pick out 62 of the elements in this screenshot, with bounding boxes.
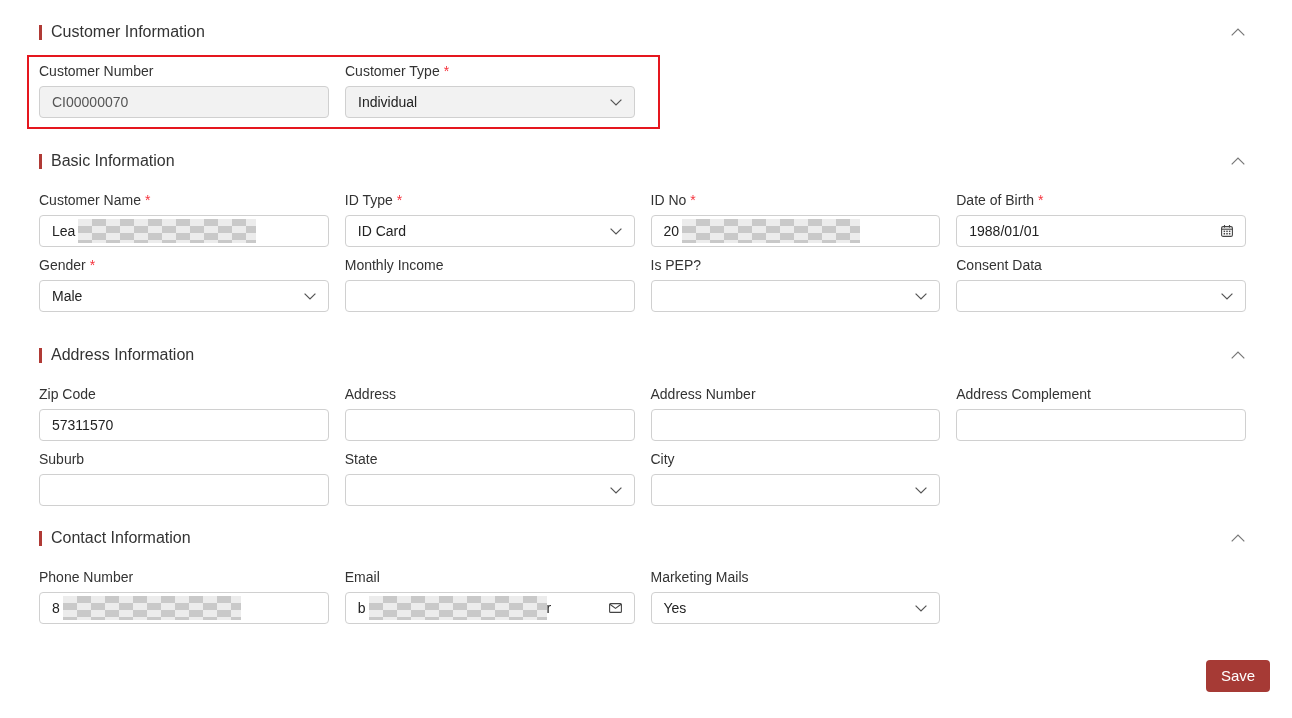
chevron-up-icon[interactable] — [1231, 351, 1245, 359]
section-title: Basic Information — [51, 151, 175, 171]
required-mark: * — [443, 62, 450, 80]
accent-bar-icon — [39, 153, 42, 169]
field-label: Address Complement — [956, 385, 1091, 403]
field-label: Gender — [39, 256, 86, 274]
date-field[interactable]: 1988/01/01 — [956, 215, 1246, 247]
text-field[interactable]: 20 — [650, 215, 941, 247]
text-field[interactable] — [956, 409, 1246, 441]
dropdown[interactable]: Yes — [650, 592, 941, 624]
required-mark: * — [1038, 191, 1044, 209]
required-mark: * — [396, 191, 403, 209]
field-label: Consent Data — [956, 256, 1042, 274]
required-mark: * — [690, 191, 696, 209]
field-label: Customer Number — [39, 62, 154, 80]
required-mark: * — [89, 256, 96, 274]
chevron-down-icon[interactable] — [915, 292, 928, 300]
field-label: Marketing Mails — [650, 568, 749, 586]
dropdown[interactable]: Male — [39, 280, 329, 312]
text-field[interactable]: 57311570 — [39, 409, 329, 441]
chevron-down-icon[interactable] — [303, 292, 316, 300]
section-title: Contact Information — [51, 528, 191, 548]
text-field[interactable]: 8 — [39, 592, 329, 624]
chevron-up-icon[interactable] — [1231, 157, 1245, 165]
envelope-icon — [608, 603, 622, 613]
field-label: Suburb — [39, 450, 85, 468]
text-field[interactable]: Lea — [39, 215, 329, 247]
calendar-icon[interactable] — [1221, 225, 1233, 237]
required-mark: * — [144, 191, 151, 209]
field-label: Customer Name — [39, 191, 141, 209]
field-label: City — [650, 450, 675, 468]
save-button[interactable]: Save — [1206, 660, 1270, 692]
text-field[interactable] — [39, 474, 329, 506]
text-field[interactable] — [344, 280, 635, 312]
field-label: Address — [344, 385, 397, 403]
chevron-up-icon[interactable] — [1231, 534, 1245, 542]
field-label: Is PEP? — [650, 256, 702, 274]
field-label: Monthly Income — [344, 256, 444, 274]
field-label: State — [344, 450, 378, 468]
chevron-up-icon[interactable] — [1231, 28, 1245, 36]
text-field[interactable] — [650, 409, 941, 441]
accent-bar-icon — [39, 24, 42, 40]
chevron-down-icon[interactable] — [915, 604, 928, 612]
accent-bar-icon — [39, 347, 42, 363]
chevron-down-icon[interactable] — [609, 227, 622, 235]
field-label: Email — [344, 568, 380, 586]
chevron-down-icon[interactable] — [915, 486, 928, 494]
email-field[interactable]: b r — [344, 592, 635, 624]
field-label: Address Number — [650, 385, 756, 403]
text-field[interactable] — [344, 409, 635, 441]
chevron-down-icon[interactable] — [609, 486, 622, 494]
section-title: Address Information — [51, 345, 195, 365]
chevron-down-icon[interactable] — [1221, 292, 1233, 300]
field-label: Zip Code — [39, 385, 96, 403]
dropdown[interactable]: ID Card — [344, 215, 635, 247]
field-label: Date of Birth — [956, 191, 1035, 209]
section-title: Customer Information — [51, 22, 205, 42]
field-label: Customer Type — [345, 62, 440, 80]
accent-bar-icon — [39, 530, 42, 546]
field-label: Phone Number — [39, 568, 134, 586]
field-label: ID Type — [344, 191, 393, 209]
field-label: ID No — [650, 191, 687, 209]
